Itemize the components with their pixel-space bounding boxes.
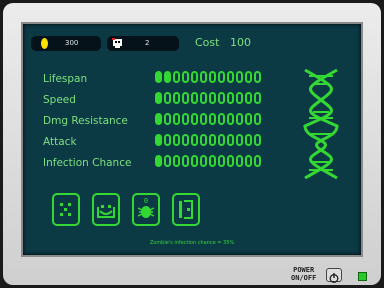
dna-helix-icon bbox=[303, 68, 339, 180]
stat-segment-empty bbox=[254, 92, 261, 104]
stat-segment-filled bbox=[164, 71, 171, 83]
stat-segment-empty bbox=[200, 134, 207, 146]
wall-icon bbox=[179, 200, 193, 219]
stat-segment-empty bbox=[254, 113, 261, 125]
stat-segment-empty bbox=[173, 71, 180, 83]
stat-segment-empty bbox=[173, 113, 180, 125]
cost-label: Cost bbox=[195, 36, 220, 49]
stat-bar-attack[interactable] bbox=[155, 134, 261, 147]
stat-segment-empty bbox=[191, 113, 198, 125]
stat-segment-empty bbox=[200, 155, 207, 167]
ability-button-zombie-face[interactable] bbox=[92, 193, 120, 226]
ability-button-dice[interactable] bbox=[52, 193, 80, 226]
stat-segment-empty bbox=[173, 155, 180, 167]
stat-segment-empty bbox=[245, 71, 252, 83]
stat-segment-filled bbox=[155, 113, 162, 125]
stat-segment-empty bbox=[182, 155, 189, 167]
stat-segment-empty bbox=[164, 92, 171, 104]
stat-segment-empty bbox=[164, 134, 171, 146]
stat-segment-empty bbox=[182, 71, 189, 83]
stat-segment-empty bbox=[164, 155, 171, 167]
stat-segment-empty bbox=[227, 134, 234, 146]
stat-segment-empty bbox=[200, 113, 207, 125]
stat-label-lifespan: Lifespan bbox=[43, 73, 88, 85]
stat-label-attack: Attack bbox=[43, 136, 77, 148]
stat-segment-empty bbox=[191, 71, 198, 83]
stat-bar-speed[interactable] bbox=[155, 92, 261, 105]
stat-segment-empty bbox=[236, 155, 243, 167]
stat-segment-empty bbox=[182, 134, 189, 146]
coins-counter: 300 bbox=[31, 36, 101, 51]
zombies-value: 2 bbox=[145, 39, 150, 47]
power-button[interactable] bbox=[326, 268, 342, 283]
stat-segment-empty bbox=[236, 134, 243, 146]
stat-segment-empty bbox=[227, 71, 234, 83]
power-led-indicator bbox=[358, 272, 367, 281]
stat-segment-empty bbox=[182, 113, 189, 125]
stat-segment-empty bbox=[164, 113, 171, 125]
coin-icon bbox=[41, 38, 48, 49]
cost-value: 100 bbox=[230, 36, 251, 49]
stat-segment-empty bbox=[200, 92, 207, 104]
stat-label-dmg-resistance: Dmg Resistance bbox=[43, 115, 128, 127]
stat-segment-empty bbox=[209, 113, 216, 125]
stat-segment-empty bbox=[254, 134, 261, 146]
stat-segment-empty bbox=[227, 155, 234, 167]
ability-button-wall[interactable] bbox=[172, 193, 200, 226]
ability-button-bug[interactable]: 0 bbox=[132, 193, 160, 226]
stat-segment-empty bbox=[236, 113, 243, 125]
stat-segment-empty bbox=[236, 92, 243, 104]
coins-value: 300 bbox=[65, 39, 79, 47]
stat-segment-empty bbox=[191, 134, 198, 146]
stat-segment-empty bbox=[245, 134, 252, 146]
power-icon bbox=[329, 273, 339, 283]
infection-info-text: Zombie's infection chance = 35% bbox=[149, 240, 235, 246]
stat-segment-empty bbox=[245, 113, 252, 125]
stat-segment-empty bbox=[191, 92, 198, 104]
stat-segment-empty bbox=[209, 134, 216, 146]
stat-segment-empty bbox=[245, 92, 252, 104]
stat-segment-empty bbox=[209, 155, 216, 167]
skull-icon bbox=[112, 38, 122, 48]
stat-segment-empty bbox=[236, 71, 243, 83]
stat-segment-empty bbox=[209, 92, 216, 104]
bug-badge: 0 bbox=[144, 197, 148, 205]
stat-segment-empty bbox=[227, 92, 234, 104]
stat-segment-empty bbox=[218, 113, 225, 125]
stat-bar-dmg-resistance[interactable] bbox=[155, 113, 261, 126]
zombie-face-icon bbox=[97, 205, 115, 218]
stat-segment-filled bbox=[155, 155, 162, 167]
stat-segment-empty bbox=[173, 134, 180, 146]
stat-segment-empty bbox=[254, 155, 261, 167]
power-label: POWER ON/OFF bbox=[291, 266, 316, 282]
stat-segment-empty bbox=[218, 155, 225, 167]
stat-bar-lifespan[interactable] bbox=[155, 71, 261, 84]
stat-segment-empty bbox=[200, 71, 207, 83]
stat-segment-empty bbox=[227, 113, 234, 125]
stat-bar-infection-chance[interactable] bbox=[155, 155, 261, 168]
bug-icon: 0 bbox=[137, 197, 155, 218]
stat-segment-filled bbox=[155, 134, 162, 146]
stat-segment-empty bbox=[254, 71, 261, 83]
power-label-line2: ON/OFF bbox=[291, 274, 317, 282]
game-screen: 300 2 Cost 100 Lifespan Speed Dmg Resist… bbox=[21, 22, 363, 257]
stat-segment-empty bbox=[245, 155, 252, 167]
power-label-line1: POWER bbox=[293, 266, 315, 274]
dice-icon bbox=[60, 203, 71, 216]
stat-segment-empty bbox=[182, 92, 189, 104]
stat-segment-filled bbox=[155, 92, 162, 104]
stat-segment-empty bbox=[218, 134, 225, 146]
stat-label-speed: Speed bbox=[43, 94, 76, 106]
stat-segment-empty bbox=[218, 92, 225, 104]
stat-segment-empty bbox=[173, 92, 180, 104]
stat-segment-empty bbox=[209, 71, 216, 83]
stat-segment-filled bbox=[155, 71, 162, 83]
zombie-counter: 2 bbox=[107, 36, 179, 51]
stat-label-infection-chance: Infection Chance bbox=[43, 157, 132, 169]
stat-segment-empty bbox=[218, 71, 225, 83]
stat-segment-empty bbox=[191, 155, 198, 167]
